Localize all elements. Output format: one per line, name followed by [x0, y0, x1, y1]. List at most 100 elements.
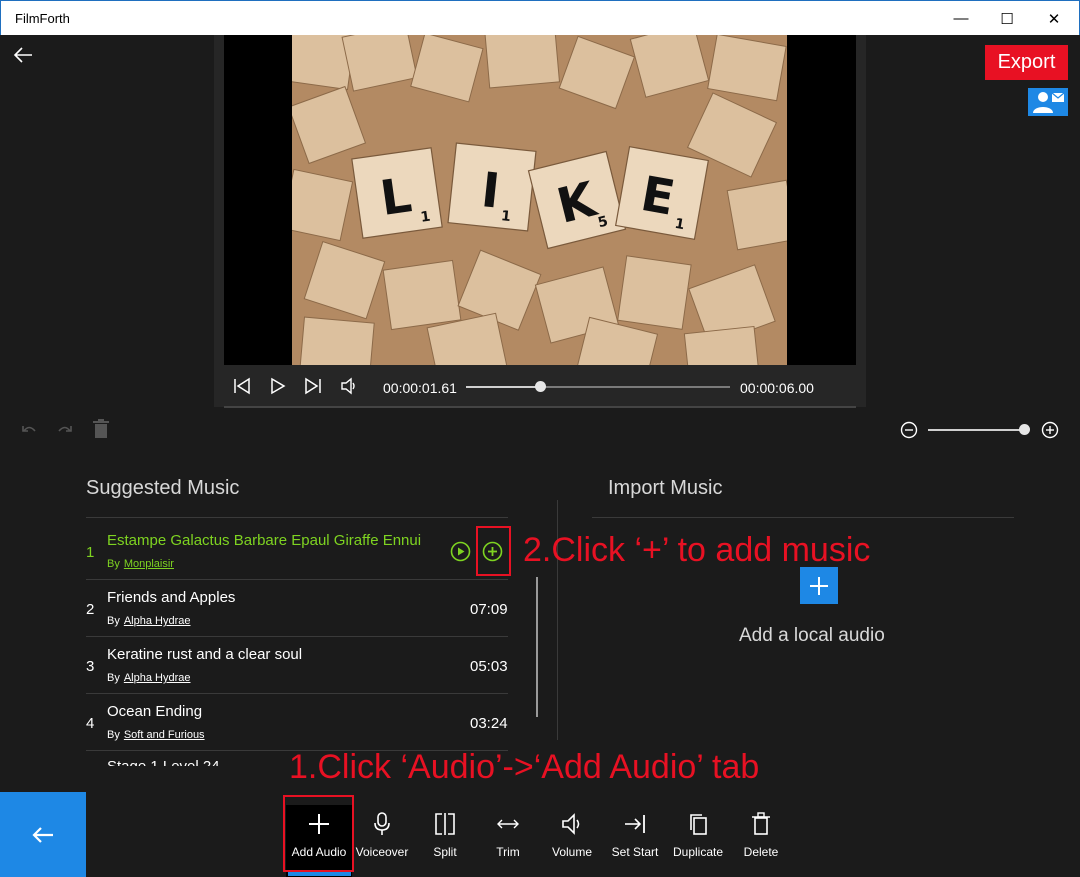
left-panel — [0, 35, 214, 407]
undo-icon — [22, 426, 36, 432]
track-number: 4 — [86, 715, 95, 732]
zoom-out-icon — [900, 421, 918, 439]
plus-icon — [810, 576, 828, 595]
trim-label: Trim — [496, 845, 520, 859]
track-number: 2 — [86, 601, 95, 618]
redo-icon — [58, 426, 72, 432]
track-title: Friends and Apples — [107, 589, 236, 606]
redo-button[interactable] — [56, 421, 74, 439]
preview-image: L 1 I 1 K 5 E 1 — [292, 35, 787, 365]
active-tab-indicator — [288, 872, 351, 876]
voiceover-tab[interactable]: Voiceover — [352, 805, 412, 877]
bottom-toolbar — [0, 792, 1080, 877]
zoom-out-button[interactable] — [900, 421, 918, 439]
window-title: FilmForth — [15, 11, 70, 26]
skip-back-button[interactable] — [233, 377, 251, 395]
track-title: Ocean Ending — [107, 703, 203, 720]
total-time: 00:00:06.00 — [740, 380, 814, 396]
track-title: Keratine rust and a clear soul — [107, 646, 303, 663]
suggested-music-title: Suggested Music — [86, 477, 240, 499]
track-artist-line: By Monplaisir — [107, 558, 174, 570]
back-button[interactable] — [12, 44, 34, 66]
add-local-audio-label: Add a local audio — [739, 625, 885, 646]
skip-forward-button[interactable] — [304, 377, 322, 395]
annotation-step-1: 1.Click ‘Audio’->‘Add Audio’ tab — [289, 748, 760, 786]
trash-icon — [752, 812, 770, 835]
tile-score-i: 1 — [500, 208, 511, 225]
delete-tab[interactable]: Delete — [736, 805, 786, 877]
skip-forward-icon — [305, 377, 321, 395]
delete-label: Delete — [743, 845, 779, 859]
set-start-tab[interactable]: Set Start — [608, 805, 662, 877]
artist-link[interactable]: Alpha Hydrae — [124, 615, 191, 627]
back-to-menu-button[interactable] — [0, 792, 86, 877]
track-artist-line: By Alpha Hydrae — [107, 672, 191, 684]
back-arrow-icon — [32, 826, 53, 843]
speaker-icon — [341, 377, 355, 395]
track-duration: 03:24 — [470, 715, 508, 732]
voiceover-label: Voiceover — [355, 845, 409, 859]
export-button[interactable]: Export — [985, 45, 1068, 80]
zoom-in-icon — [1041, 421, 1059, 439]
artist-link[interactable]: Soft and Furious — [124, 729, 205, 741]
import-music-title: Import Music — [608, 477, 723, 499]
set-start-label: Set Start — [611, 845, 659, 859]
zoom-thumb[interactable] — [1019, 424, 1030, 435]
split-label: Split — [433, 845, 457, 859]
edit-toolbar — [0, 408, 1080, 453]
by-label: By — [107, 615, 120, 627]
contact-mail-button[interactable] — [1028, 88, 1068, 116]
by-label: By — [107, 672, 120, 684]
track-title: Estampe Galactus Barbare Epaul Giraffe E… — [107, 532, 422, 549]
play-track-button[interactable] — [450, 541, 471, 562]
current-time: 00:00:01.61 — [383, 380, 457, 396]
by-label: By — [107, 558, 120, 570]
maximize-button[interactable]: ☐ — [984, 1, 1030, 36]
trash-icon — [93, 419, 109, 438]
partial-track-title: Stage 1 Level 24 — [107, 758, 307, 766]
minimize-icon: — — [953, 10, 969, 27]
seek-fill — [466, 386, 540, 388]
maximize-icon: ☐ — [1000, 10, 1014, 28]
duplicate-label: Duplicate — [672, 845, 724, 859]
set-start-icon — [625, 815, 645, 833]
back-arrow-icon — [13, 47, 32, 63]
track-artist-line: By Alpha Hydrae — [107, 615, 191, 627]
trim-icon — [497, 819, 519, 829]
play-button[interactable] — [269, 377, 287, 395]
trash-button[interactable] — [92, 419, 110, 439]
add-local-audio-button[interactable] — [800, 567, 838, 604]
title-bar: FilmForth — ☐ ✕ — [0, 0, 1080, 35]
speaker-icon — [562, 813, 580, 835]
undo-button[interactable] — [20, 421, 38, 439]
artist-link[interactable]: Alpha Hydrae — [124, 672, 191, 684]
zoom-in-button[interactable] — [1041, 421, 1059, 439]
close-button[interactable]: ✕ — [1031, 1, 1077, 36]
annotation-box-add-audio — [283, 795, 354, 872]
trim-tab[interactable]: Trim — [483, 805, 533, 877]
list-divider — [86, 579, 508, 580]
zoom-track[interactable] — [928, 429, 1028, 431]
close-icon: ✕ — [1047, 10, 1061, 28]
duplicate-tab[interactable]: Duplicate — [670, 805, 726, 877]
track-duration: 05:03 — [470, 658, 508, 675]
play-icon — [271, 377, 286, 395]
duplicate-icon — [690, 814, 707, 835]
annotation-step-2: 2.Click ‘+’ to add music — [523, 531, 871, 569]
seek-thumb[interactable] — [534, 381, 546, 392]
by-label: By — [107, 729, 120, 741]
minimize-button[interactable]: — — [938, 1, 984, 36]
split-icon — [435, 813, 455, 835]
split-tab[interactable]: Split — [420, 805, 470, 877]
artist-link[interactable]: Monplaisir — [124, 558, 174, 570]
microphone-icon — [374, 812, 390, 835]
volume-tab[interactable]: Volume — [546, 805, 598, 877]
import-divider — [592, 517, 1014, 518]
volume-button[interactable] — [340, 377, 358, 395]
annotation-box-add — [476, 526, 511, 576]
track-number: 1 — [86, 544, 95, 561]
list-divider — [86, 636, 508, 637]
track-artist-line: By Soft and Furious — [107, 729, 205, 741]
list-divider — [86, 693, 508, 694]
list-scrollbar[interactable] — [536, 577, 538, 717]
